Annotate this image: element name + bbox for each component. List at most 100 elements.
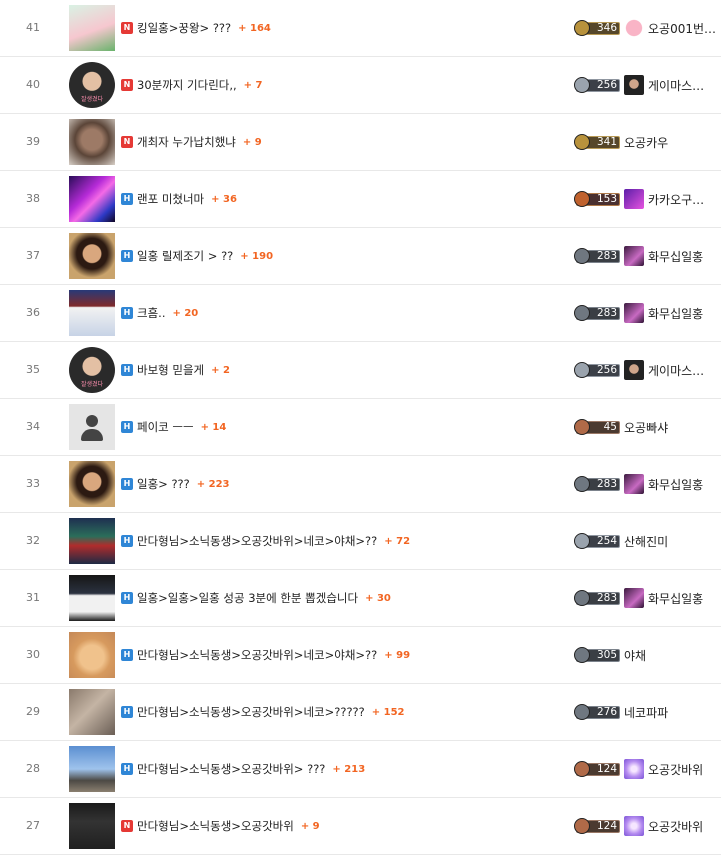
post-title[interactable]: 크흠.. (137, 305, 165, 321)
post-title-link[interactable]: H 일홍>일홍>일홍 성공 3분에 한분 뽑겠습니다 + 30 (121, 570, 391, 626)
post-row[interactable]: 33 H 일홍> ??? + 223 283 화무십일홍 (0, 456, 721, 513)
comment-count[interactable]: + 14 (201, 422, 227, 433)
post-title[interactable]: 일홍>일홍>일홍 성공 3분에 한분 뽑겠습니다 (137, 590, 358, 606)
post-title[interactable]: 30분까지 기다린다,, (137, 77, 237, 93)
post-row[interactable]: 41 N 킹일홍>꿍왕> ??? + 164 346 오공001번… (0, 0, 721, 57)
username[interactable]: 게이마스… (648, 362, 704, 379)
post-row[interactable]: 39 N 개최자 누가납치했냐 + 9 341 오공카우 (0, 114, 721, 171)
post-thumbnail[interactable] (69, 461, 115, 507)
post-thumbnail[interactable] (69, 632, 115, 678)
post-author[interactable]: 283 화무십일홍 (574, 456, 703, 512)
post-author[interactable]: 283 화무십일홍 (574, 228, 703, 284)
post-title[interactable]: 랜포 미쳤너마 (137, 191, 204, 207)
post-author[interactable]: 283 화무십일홍 (574, 285, 703, 341)
post-author[interactable]: 256 게이마스… (574, 57, 704, 113)
post-title-link[interactable]: H 만다형님>소닉동생>오공갓바위>네코>????? + 152 (121, 684, 405, 740)
post-author[interactable]: 341 오공카우 (574, 114, 668, 170)
post-row[interactable]: 34 H 페이코 ㅡㅡ + 14 45 오공빠샤 (0, 399, 721, 456)
username[interactable]: 오공빠샤 (624, 419, 668, 436)
comment-count[interactable]: + 213 (332, 764, 365, 775)
username[interactable]: 야채 (624, 647, 646, 664)
post-title-link[interactable]: H 바보형 믿을게 + 2 (121, 342, 230, 398)
comment-count[interactable]: + 72 (384, 536, 410, 547)
post-author[interactable]: 276 네코파파 (574, 684, 668, 740)
post-title[interactable]: 킹일홍>꿍왕> ??? (137, 20, 231, 36)
post-title[interactable]: 바보형 믿을게 (137, 362, 204, 378)
comment-count[interactable]: + 30 (365, 593, 391, 604)
post-author[interactable]: 124 오공갓바위 (574, 741, 703, 797)
username[interactable]: 화무십일홍 (648, 305, 703, 322)
post-author[interactable]: 254 산해진미 (574, 513, 668, 569)
post-thumbnail[interactable]: 잘생겼다 (69, 62, 115, 108)
post-title[interactable]: 만다형님>소닉동생>오공갓바위 (137, 818, 294, 834)
post-title[interactable]: 만다형님>소닉동생>오공갓바위> ??? (137, 761, 325, 777)
post-author[interactable]: 124 오공갓바위 (574, 798, 703, 854)
post-title-link[interactable]: H 일홍> ??? + 223 (121, 456, 230, 512)
comment-count[interactable]: + 190 (240, 251, 273, 262)
comment-count[interactable]: + 7 (244, 80, 263, 91)
post-author[interactable]: 256 게이마스… (574, 342, 704, 398)
post-title-link[interactable]: H 크흠.. + 20 (121, 285, 198, 341)
post-thumbnail[interactable] (69, 518, 115, 564)
post-title[interactable]: 일홍 릴제조기 > ?? (137, 248, 233, 264)
post-thumbnail[interactable] (69, 5, 115, 51)
post-thumbnail[interactable] (69, 119, 115, 165)
post-row[interactable]: 36 H 크흠.. + 20 283 화무십일홍 (0, 285, 721, 342)
comment-count[interactable]: + 9 (243, 137, 262, 148)
post-thumbnail[interactable]: 잘생겼다 (69, 347, 115, 393)
post-row[interactable]: 29 H 만다형님>소닉동생>오공갓바위>네코>????? + 152 276 네코파파 (0, 684, 721, 741)
post-title-link[interactable]: H 만다형님>소닉동생>오공갓바위>네코>야채>?? + 99 (121, 627, 410, 683)
post-title[interactable]: 만다형님>소닉동생>오공갓바위>네코>야채>?? (137, 533, 377, 549)
username[interactable]: 오공갓바위 (648, 818, 703, 835)
comment-count[interactable]: + 164 (238, 23, 271, 34)
post-title-link[interactable]: N 30분까지 기다린다,, + 7 (121, 57, 263, 113)
comment-count[interactable]: + 2 (211, 365, 230, 376)
post-thumbnail[interactable] (69, 290, 115, 336)
post-thumbnail[interactable] (69, 575, 115, 621)
username[interactable]: 게이마스… (648, 77, 704, 94)
username[interactable]: 화무십일홍 (648, 248, 703, 265)
post-author[interactable]: 283 화무십일홍 (574, 570, 703, 626)
comment-count[interactable]: + 99 (384, 650, 410, 661)
post-thumbnail[interactable] (69, 176, 115, 222)
username[interactable]: 오공카우 (624, 134, 668, 151)
post-row[interactable]: 37 H 일홍 릴제조기 > ?? + 190 283 화무십일홍 (0, 228, 721, 285)
post-row[interactable]: 27 N 만다형님>소닉동생>오공갓바위 + 9 124 오공갓바위 (0, 798, 721, 855)
post-title-link[interactable]: H 페이코 ㅡㅡ + 14 (121, 399, 226, 455)
post-thumbnail[interactable] (69, 746, 115, 792)
post-row[interactable]: 38 H 랜포 미쳤너마 + 36 153 카카오구… (0, 171, 721, 228)
post-thumbnail[interactable] (69, 404, 115, 450)
post-row[interactable]: 32 H 만다형님>소닉동생>오공갓바위>네코>야채>?? + 72 254 산해진미 (0, 513, 721, 570)
post-thumbnail[interactable] (69, 233, 115, 279)
post-author[interactable]: 153 카카오구… (574, 171, 704, 227)
post-title-link[interactable]: H 일홍 릴제조기 > ?? + 190 (121, 228, 273, 284)
comment-count[interactable]: + 9 (301, 821, 320, 832)
post-thumbnail[interactable] (69, 689, 115, 735)
post-title-link[interactable]: N 만다형님>소닉동생>오공갓바위 + 9 (121, 798, 320, 854)
post-title-link[interactable]: H 랜포 미쳤너마 + 36 (121, 171, 237, 227)
post-thumbnail[interactable] (69, 803, 115, 849)
post-row[interactable]: 35 잘생겼다 H 바보형 믿을게 + 2 256 게이마스… (0, 342, 721, 399)
post-author[interactable]: 45 오공빠샤 (574, 399, 668, 455)
post-row[interactable]: 30 H 만다형님>소닉동생>오공갓바위>네코>야채>?? + 99 305 야채 (0, 627, 721, 684)
username[interactable]: 산해진미 (624, 533, 668, 550)
post-title-link[interactable]: H 만다형님>소닉동생>오공갓바위>네코>야채>?? + 72 (121, 513, 410, 569)
post-author[interactable]: 305 야채 (574, 627, 646, 683)
post-title[interactable]: 개최자 누가납치했냐 (137, 134, 236, 150)
post-row[interactable]: 40 잘생겼다 N 30분까지 기다린다,, + 7 256 게이마스… (0, 57, 721, 114)
post-title-link[interactable]: N 개최자 누가납치했냐 + 9 (121, 114, 262, 170)
post-row[interactable]: 31 H 일홍>일홍>일홍 성공 3분에 한분 뽑겠습니다 + 30 283 화무십일홍 (0, 570, 721, 627)
username[interactable]: 카카오구… (648, 191, 704, 208)
post-author[interactable]: 346 오공001번… (574, 0, 716, 56)
post-title[interactable]: 페이코 ㅡㅡ (137, 419, 194, 435)
post-title-link[interactable]: N 킹일홍>꿍왕> ??? + 164 (121, 0, 271, 56)
username[interactable]: 화무십일홍 (648, 476, 703, 493)
username[interactable]: 오공001번… (648, 20, 716, 37)
post-title-link[interactable]: H 만다형님>소닉동생>오공갓바위> ??? + 213 (121, 741, 365, 797)
username[interactable]: 화무십일홍 (648, 590, 703, 607)
comment-count[interactable]: + 36 (211, 194, 237, 205)
username[interactable]: 오공갓바위 (648, 761, 703, 778)
comment-count[interactable]: + 223 (197, 479, 230, 490)
username[interactable]: 네코파파 (624, 704, 668, 721)
post-title[interactable]: 만다형님>소닉동생>오공갓바위>네코>????? (137, 704, 365, 720)
